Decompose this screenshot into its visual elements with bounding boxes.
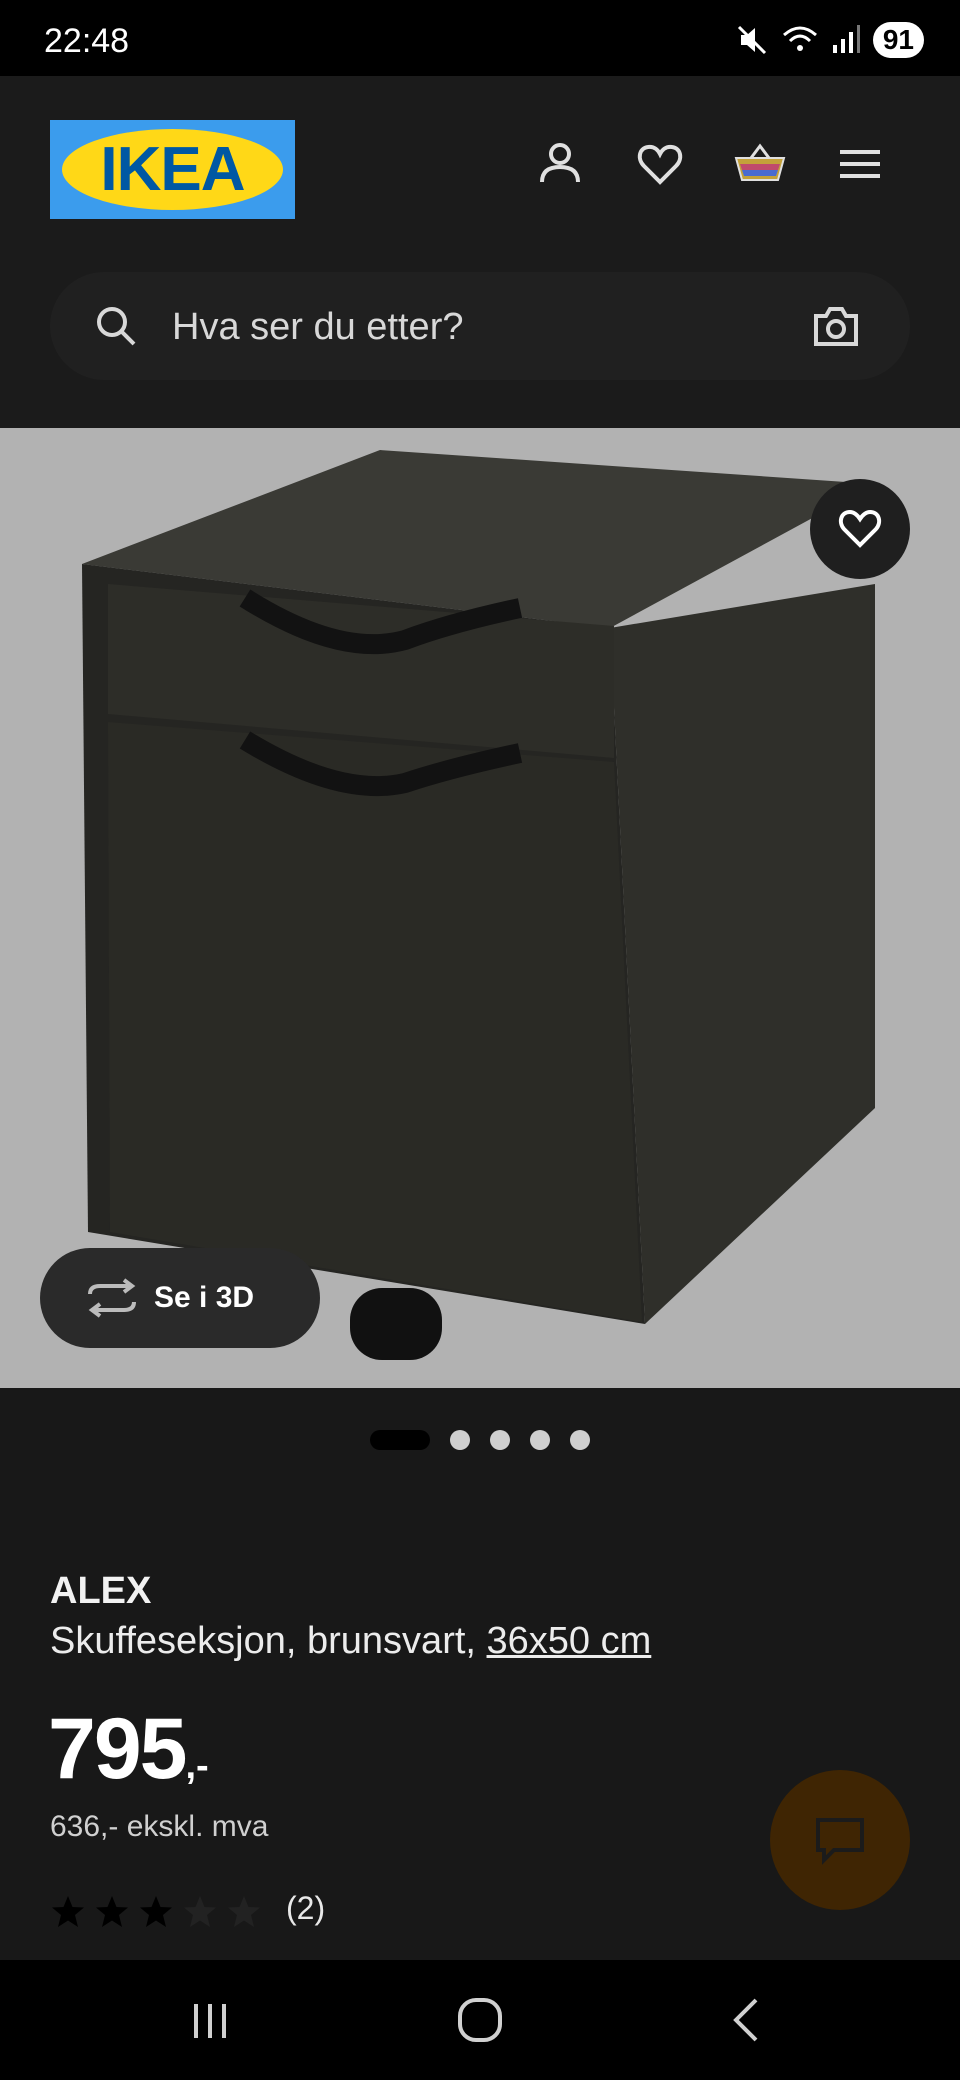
- back-icon[interactable]: [718, 1990, 778, 2050]
- search-icon: [97, 307, 136, 346]
- pagination-dot-active[interactable]: [370, 1430, 430, 1450]
- product-description: Skuffeseksjon, brunsvart, 36x50 cm: [50, 1620, 651, 1663]
- status-icons: 91: [735, 20, 924, 60]
- menu-icon[interactable]: [830, 134, 890, 194]
- chat-icon: [816, 1818, 864, 1865]
- wifi-icon: [782, 26, 817, 51]
- product-size-link[interactable]: 36x50 cm: [487, 1620, 652, 1662]
- pagination-dot[interactable]: [490, 1430, 510, 1450]
- pagination-dot[interactable]: [450, 1430, 470, 1450]
- search-bar[interactable]: [50, 272, 910, 380]
- product-image[interactable]: Se i 3D: [0, 428, 960, 1388]
- price-suffix: ,-: [185, 1745, 209, 1787]
- recents-icon[interactable]: [180, 1990, 240, 2050]
- heart-icon[interactable]: [630, 134, 690, 194]
- star-filled-icon: [52, 1896, 84, 1927]
- status-time: 22:48: [44, 22, 130, 60]
- product-name: ALEX: [50, 1570, 152, 1612]
- view-3d-label: Se i 3D: [154, 1281, 255, 1314]
- mute-icon: [737, 25, 766, 55]
- chat-button[interactable]: [770, 1770, 910, 1910]
- site-header: IKEA: [0, 76, 960, 428]
- product-description-text: Skuffeseksjon, brunsvart,: [50, 1620, 487, 1662]
- star-filled-icon: [140, 1896, 172, 1927]
- price-main: 795: [48, 1701, 187, 1797]
- cabinet-illustration: [82, 450, 875, 1360]
- heart-icon: [838, 509, 882, 548]
- pagination-dot[interactable]: [530, 1430, 550, 1450]
- view-3d-button[interactable]: Se i 3D: [40, 1248, 320, 1348]
- rating-stars[interactable]: [50, 1894, 262, 1930]
- star-empty-icon: [184, 1896, 216, 1927]
- ikea-logo[interactable]: IKEA: [50, 120, 295, 219]
- image-pagination: [0, 1428, 960, 1452]
- account-icon[interactable]: [530, 134, 590, 194]
- product-price: 795,-: [48, 1700, 209, 1799]
- status-bar: 22:48 91: [0, 0, 960, 76]
- star-empty-icon: [228, 1896, 260, 1927]
- battery-level: 91: [872, 22, 924, 58]
- logo-text: IKEA: [100, 135, 245, 204]
- home-icon[interactable]: [450, 1990, 510, 2050]
- price-excl-vat: 636,- ekskl. mva: [50, 1810, 269, 1843]
- camera-icon[interactable]: [812, 304, 860, 348]
- signal-icon: [832, 25, 860, 53]
- rotate-3d-icon: [88, 1278, 136, 1318]
- star-filled-icon: [96, 1896, 128, 1927]
- pagination-dot[interactable]: [570, 1430, 590, 1450]
- system-nav-bar: [0, 1960, 960, 2080]
- favorite-button[interactable]: [810, 479, 910, 579]
- shopping-bag-icon[interactable]: [730, 134, 790, 194]
- review-count[interactable]: (2): [286, 1890, 325, 1927]
- search-input[interactable]: [170, 300, 734, 354]
